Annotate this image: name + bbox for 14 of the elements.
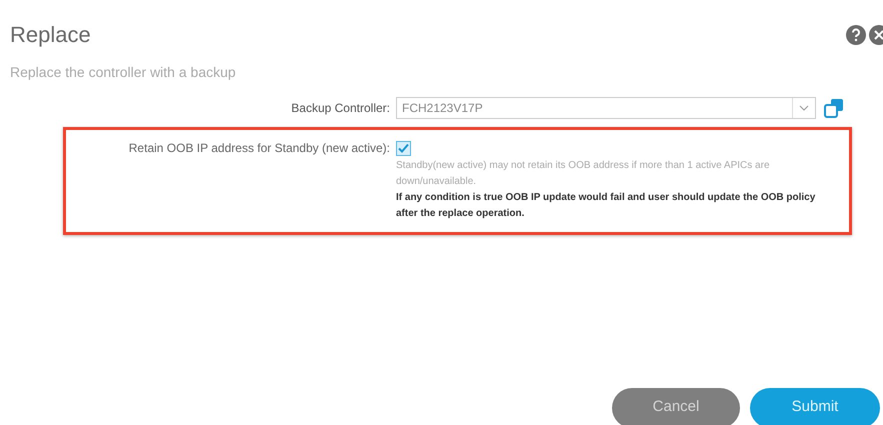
close-icon[interactable] xyxy=(869,25,883,45)
warning-text: If any condition is true OOB IP update would fail and user should update the OOB policy after the replace operation. xyxy=(396,191,816,221)
cancel-button[interactable]: Cancel xyxy=(612,388,740,425)
dialog-subtitle: Replace the controller with a backup xyxy=(10,64,237,80)
copy-icon[interactable] xyxy=(824,98,844,118)
help-icon[interactable] xyxy=(846,25,866,45)
field-label: Backup Controller: xyxy=(291,101,390,115)
backup-controller-dropdown[interactable]: FCH2123V17P xyxy=(396,97,816,119)
field-label: Retain OOB IP address for Standby (new active): xyxy=(128,140,390,157)
checkbox[interactable] xyxy=(396,141,411,156)
submit-button[interactable]: Submit xyxy=(750,388,880,425)
chevron-icon xyxy=(799,105,809,111)
dialog-title: Replace xyxy=(10,22,91,48)
note-text: Standby(new active) may not retain its OOB address if more than 1 active APICs are down/unavailable. xyxy=(396,159,771,189)
